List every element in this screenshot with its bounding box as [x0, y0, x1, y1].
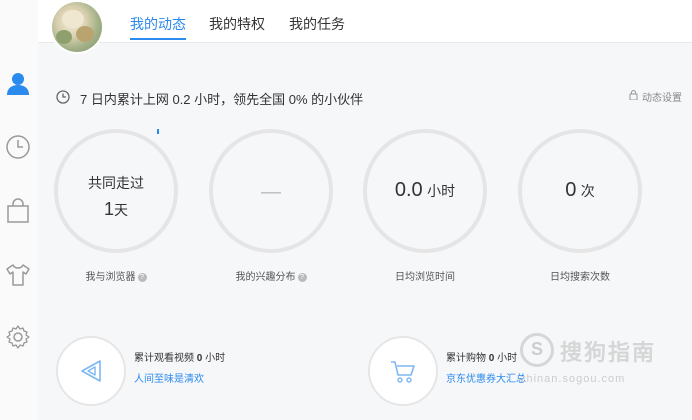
video-stat-unit: 小时	[205, 353, 226, 364]
tab-my-tasks[interactable]: 我的任务	[289, 14, 345, 34]
search-count-circle: 0 次	[518, 129, 642, 253]
shopping-stat-unit: 小时	[497, 353, 518, 364]
shopping-stat-value: 0	[488, 353, 495, 364]
active-tab-indicator	[130, 38, 186, 40]
clock-icon	[56, 90, 70, 107]
video-recommend-link[interactable]: 人间至味是清欢	[134, 370, 204, 385]
interest-caption-text: 我的兴趣分布	[235, 272, 296, 283]
help-icon[interactable]: ?	[297, 272, 307, 282]
video-play-icon	[56, 336, 126, 406]
cart-icon	[368, 336, 438, 406]
clock-icon[interactable]	[5, 134, 31, 160]
avatar[interactable]	[52, 2, 102, 52]
search-count-value: 0	[565, 179, 577, 201]
tab-my-dynamic[interactable]: 我的动态	[130, 14, 186, 34]
usage-summary: 7 日内累计上网 0.2 小时，领先全国 0% 的小伙伴	[56, 89, 363, 108]
interest-caption: 我的兴趣分布?	[201, 268, 341, 283]
lock-icon	[629, 90, 638, 103]
sogou-watermark: S 搜狗指南 zhinan.sogou.com	[520, 333, 692, 403]
dynamic-settings-label: 动态设置	[642, 93, 682, 104]
sogou-logo-icon: S	[520, 333, 554, 367]
search-count-unit: 次	[580, 183, 595, 199]
search-count-caption: 日均搜索次数	[550, 272, 610, 283]
together-label: 共同走过	[88, 175, 144, 191]
together-days-circle: 共同走过 1天	[54, 129, 178, 253]
browse-time-circle: 0.0 小时	[363, 129, 487, 253]
coupon-link[interactable]: 京东优惠券大汇总	[446, 370, 526, 385]
gear-icon[interactable]	[5, 324, 31, 350]
interest-circle: —	[209, 129, 333, 253]
watermark-url: zhinan.sogou.com	[520, 373, 626, 385]
browse-time-value: 0.0	[394, 179, 423, 201]
shopping-stat: 累计购物 0 小时	[446, 349, 517, 364]
interest-value: —	[261, 181, 281, 203]
help-icon[interactable]: ?	[137, 272, 147, 282]
browse-time-unit: 小时	[427, 183, 456, 199]
left-sidebar	[0, 0, 38, 420]
tab-my-privileges[interactable]: 我的特权	[209, 14, 265, 34]
summary-text: 7 日内累计上网 0.2 小时，领先全国 0% 的小伙伴	[80, 92, 364, 107]
browse-time-caption: 日均浏览时间	[395, 272, 455, 283]
video-stat-label: 累计观看视频	[134, 353, 194, 364]
video-stat: 累计观看视频 0 小时	[134, 349, 225, 364]
shopping-bag-icon[interactable]	[5, 198, 31, 224]
together-value: 1	[103, 199, 114, 219]
video-stat-value: 0	[196, 353, 203, 364]
together-unit: 天	[114, 202, 128, 218]
progress-indicator	[157, 129, 159, 134]
header: 我的动态 我的特权 我的任务	[38, 0, 692, 52]
user-icon[interactable]	[5, 71, 31, 97]
watermark-brand: 搜狗指南	[560, 340, 657, 365]
shirt-icon[interactable]	[5, 262, 31, 288]
shopping-stat-label: 累计购物	[446, 353, 486, 364]
dynamic-settings-link[interactable]: 动态设置	[629, 89, 682, 104]
together-caption: 我与浏览器?	[46, 268, 186, 283]
together-caption-text: 我与浏览器	[85, 272, 136, 283]
